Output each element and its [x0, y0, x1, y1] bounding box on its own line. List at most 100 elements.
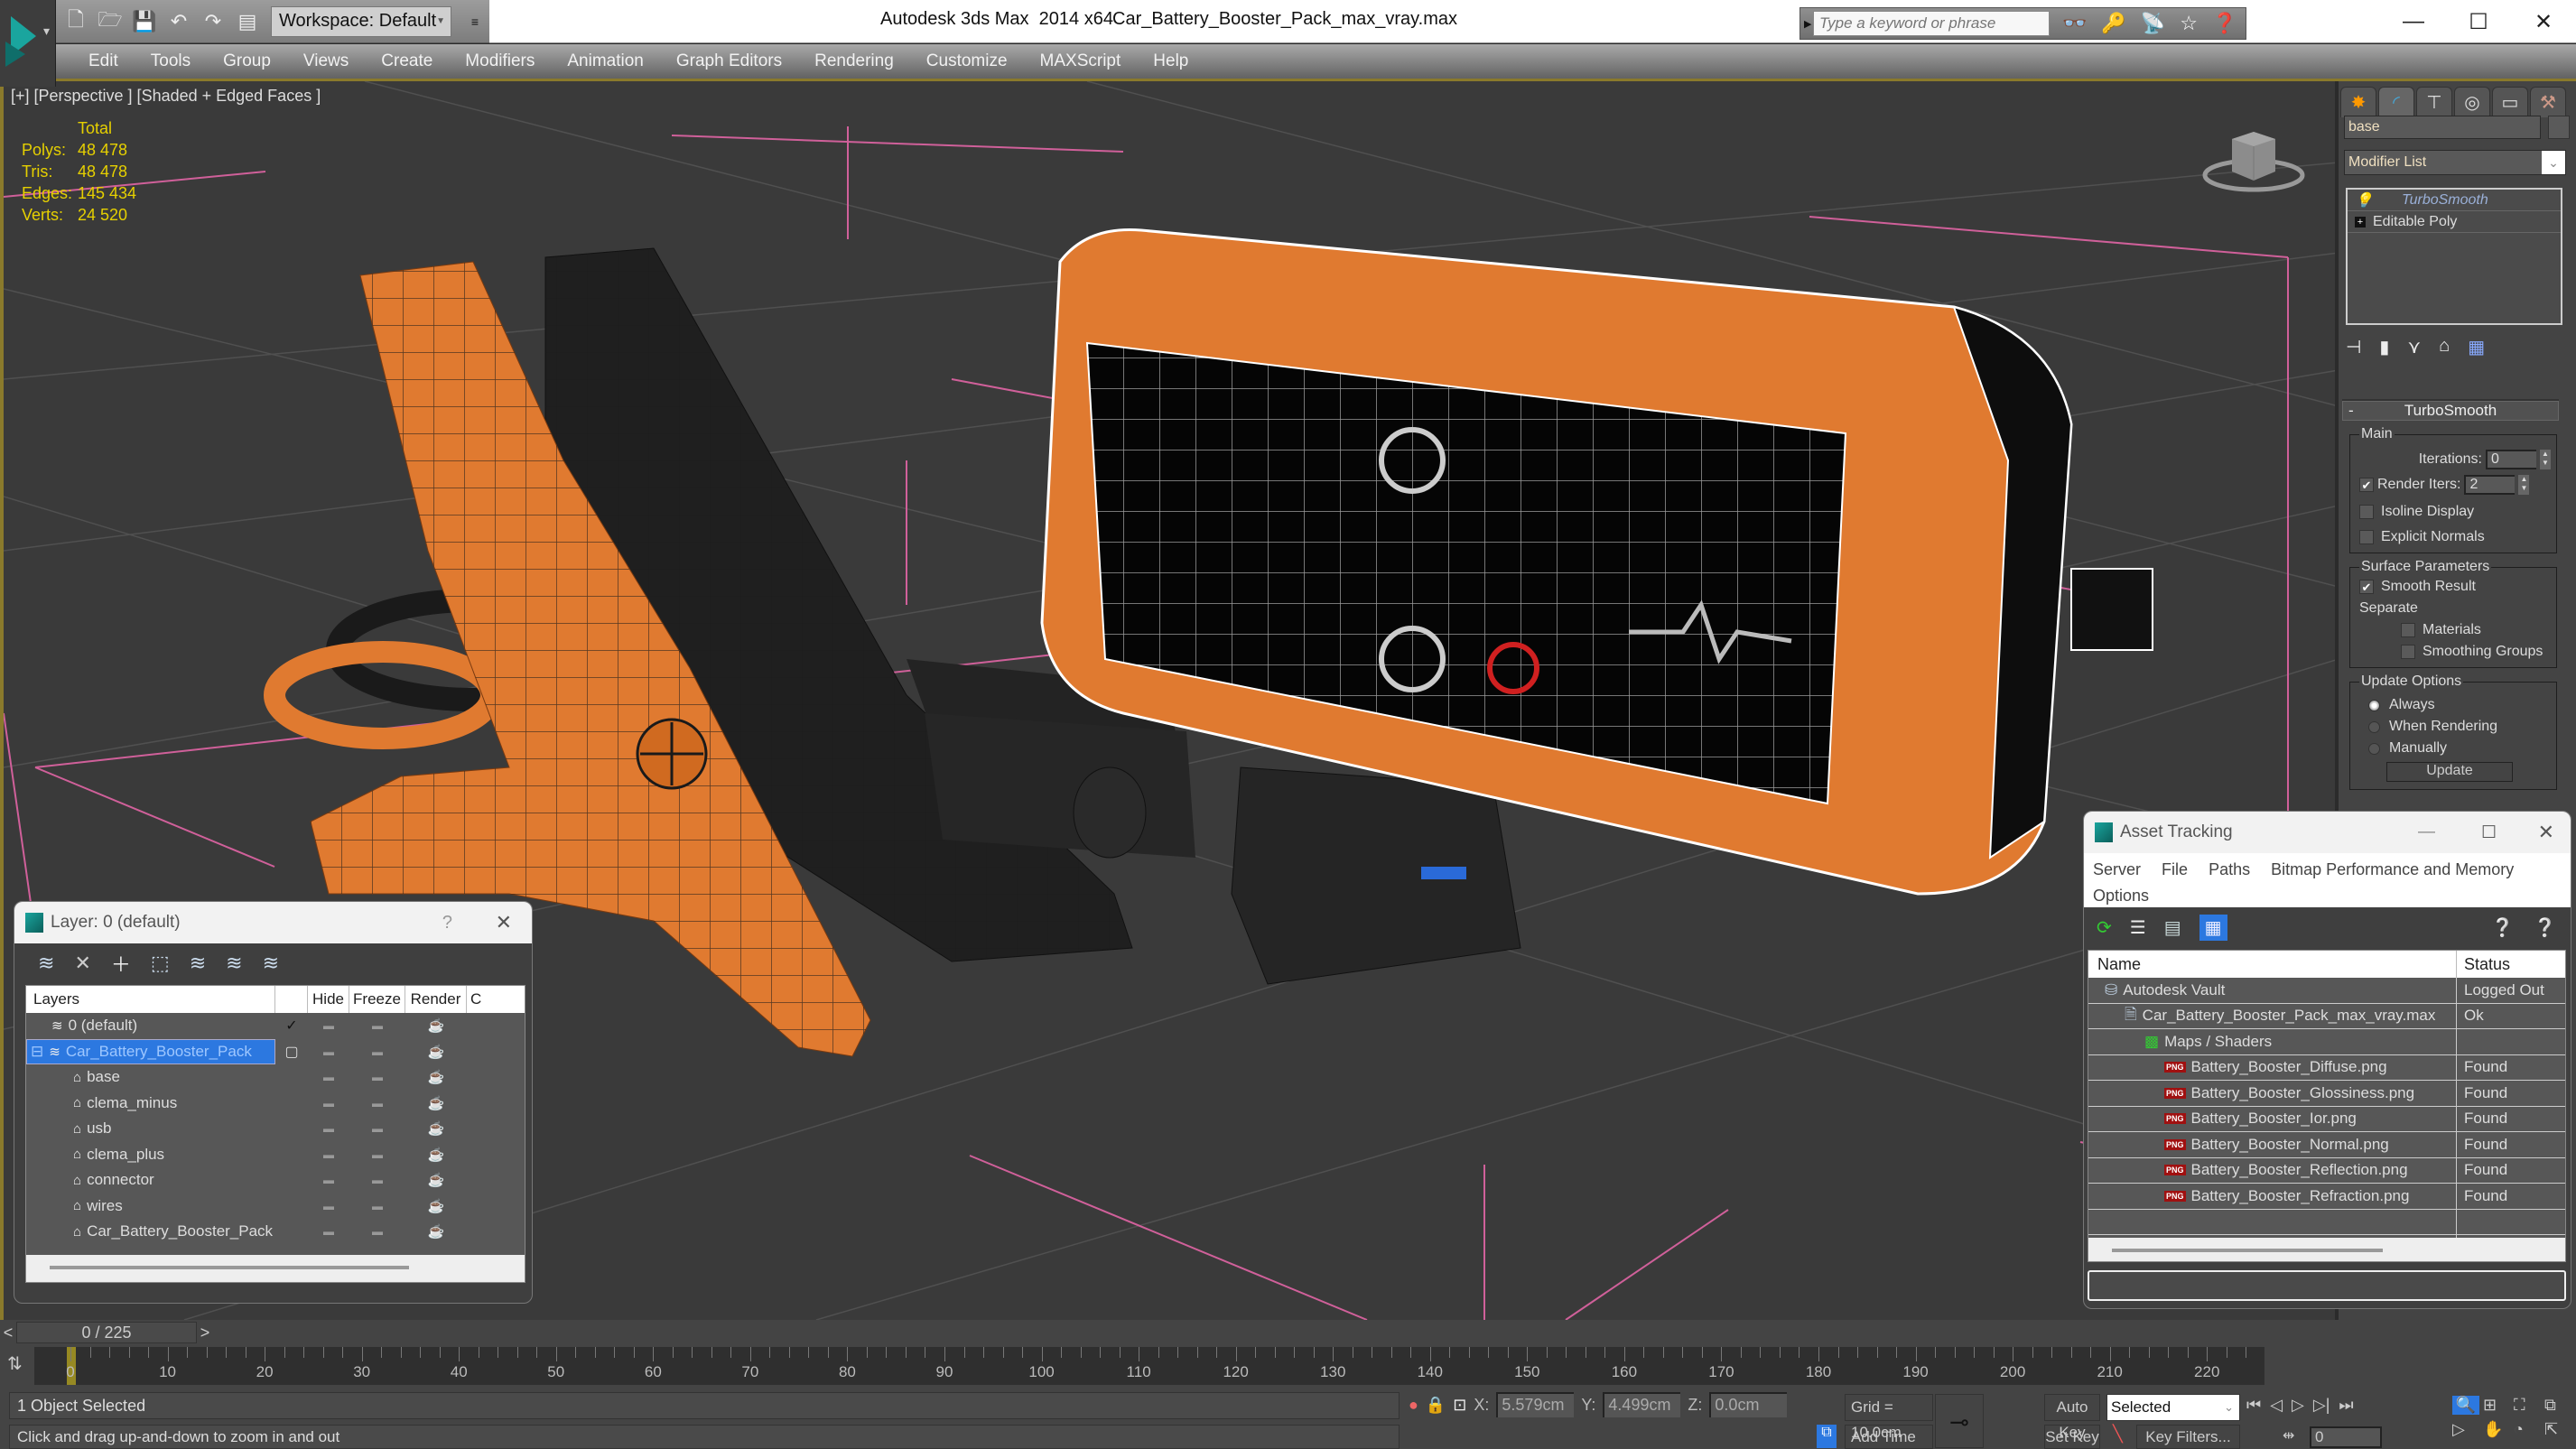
- menu-bitmap-performance[interactable]: Bitmap Performance and Memory: [2271, 860, 2514, 878]
- asset-name-cell[interactable]: PNG Battery_Booster_Refraction.png: [2088, 1184, 2457, 1209]
- render-iters-spinner[interactable]: 2: [2464, 475, 2516, 495]
- menu-tools[interactable]: Tools: [135, 51, 207, 71]
- next-frame-icon[interactable]: >: [197, 1324, 213, 1342]
- column-color[interactable]: C: [467, 990, 481, 1008]
- column-name[interactable]: Name: [2088, 951, 2457, 978]
- add-to-layer-icon[interactable]: ＋: [111, 949, 131, 978]
- frame-display[interactable]: 0 / 225: [16, 1322, 197, 1343]
- current-layer-indicator[interactable]: ✓: [275, 1017, 308, 1035]
- asset-name-cell[interactable]: PNG Battery_Booster_Diffuse.png: [2088, 1054, 2457, 1080]
- close-button[interactable]: ✕: [2511, 0, 2576, 43]
- stack-item-editable-poly[interactable]: + Editable Poly: [2348, 211, 2561, 233]
- expand-arrow-icon[interactable]: ▶: [1800, 18, 1813, 30]
- select-objects-icon[interactable]: ⬚: [151, 952, 170, 975]
- freeze-toggle[interactable]: ▬: [349, 1045, 405, 1058]
- current-frame-field[interactable]: 0: [2310, 1426, 2382, 1448]
- zoom-extents-icon[interactable]: ⛶: [2514, 1396, 2541, 1415]
- close-button[interactable]: ✕: [2538, 821, 2554, 844]
- render-teapot-icon[interactable]: ☕: [405, 1172, 467, 1188]
- render-teapot-icon[interactable]: ☕: [405, 1017, 467, 1034]
- column-status[interactable]: Status: [2457, 955, 2510, 974]
- y-coordinate-field[interactable]: 4.499cm: [1603, 1392, 1681, 1417]
- menu-server[interactable]: Server: [2093, 860, 2141, 878]
- layer-row[interactable]: ⌂ usb ▬ ▬ ☕: [26, 1116, 525, 1142]
- key-icon[interactable]: 🔑: [2101, 12, 2125, 35]
- refresh-icon[interactable]: ⟳: [2097, 916, 2112, 939]
- go-to-end-icon[interactable]: ⏭: [2339, 1396, 2353, 1415]
- hide-toggle[interactable]: ▬: [308, 1045, 349, 1058]
- asset-name-cell[interactable]: PNG Battery_Booster_Ior.png: [2088, 1106, 2457, 1131]
- dialog-title-bar[interactable]: Layer: 0 (default) ? ✕: [14, 902, 532, 943]
- modifier-list-dropdown[interactable]: Modifier List ⌄: [2344, 150, 2566, 175]
- hide-freeze-all-icon[interactable]: ≋: [263, 952, 279, 975]
- new-file-icon[interactable]: 🗋: [65, 8, 87, 33]
- asset-row[interactable]: PNG Battery_Booster_Refraction.png Found: [2088, 1184, 2565, 1210]
- expand-plus-icon[interactable]: +: [2355, 216, 2366, 228]
- layer-row[interactable]: ⊟ ≋ Car_Battery_Booster_Pack ▢ ▬ ▬ ☕: [26, 1038, 525, 1064]
- motion-tab-icon[interactable]: ◎: [2454, 87, 2490, 117]
- highlight-layer-icon[interactable]: ≋: [226, 952, 242, 975]
- spinner-arrows-icon[interactable]: ▲ ▼: [2540, 450, 2551, 469]
- asset-name-cell[interactable]: PNG Battery_Booster_Reflection.png: [2088, 1157, 2457, 1183]
- dialog-title-bar[interactable]: Asset Tracking — ☐ ✕: [2084, 812, 2571, 853]
- asset-row[interactable]: PNG Battery_Booster_Normal.png Found: [2088, 1132, 2565, 1158]
- when-rendering-radio[interactable]: [2368, 720, 2380, 733]
- current-layer-indicator[interactable]: ▢: [275, 1043, 308, 1061]
- help-icon[interactable]: ❓: [2212, 12, 2237, 35]
- make-unique-icon[interactable]: ⋎: [2407, 336, 2421, 358]
- layer-row[interactable]: ⌂ clema_plus ▬ ▬ ☕: [26, 1142, 525, 1168]
- render-teapot-icon[interactable]: ☕: [405, 1223, 467, 1240]
- hide-toggle[interactable]: ▬: [308, 1019, 349, 1032]
- add-time-tag-button[interactable]: Add Time Tag: [1845, 1425, 1933, 1449]
- absolute-mode-icon[interactable]: ⊡: [1453, 1396, 1466, 1415]
- help-icon[interactable]: ❔: [2534, 916, 2556, 939]
- hide-toggle[interactable]: ▬: [308, 1148, 349, 1161]
- minimize-button[interactable]: —: [2381, 0, 2446, 43]
- layer-name-cell[interactable]: ⌂ connector: [26, 1167, 275, 1194]
- create-layer-icon[interactable]: ≋: [38, 952, 54, 975]
- iterations-spinner[interactable]: 0: [2486, 450, 2536, 469]
- binoculars-icon[interactable]: 👓: [2062, 12, 2087, 35]
- asset-path-field[interactable]: [2088, 1270, 2566, 1301]
- layer-name-cell[interactable]: ≋ 0 (default): [26, 1013, 275, 1039]
- tree-view-icon[interactable]: ▤: [2164, 916, 2181, 939]
- key-tangent-icon[interactable]: ╲: [2113, 1425, 2123, 1444]
- hide-toggle[interactable]: ▬: [308, 1097, 349, 1110]
- prev-frame-icon[interactable]: <: [0, 1324, 16, 1342]
- show-end-result-icon[interactable]: ▮: [2379, 336, 2389, 358]
- z-coordinate-field[interactable]: 0.0cm: [1709, 1392, 1788, 1417]
- explicit-normals-checkbox[interactable]: [2359, 530, 2374, 544]
- menu-options[interactable]: Options: [2093, 887, 2149, 905]
- key-mode-dropdown[interactable]: Selected ⌄: [2106, 1394, 2240, 1421]
- freeze-toggle[interactable]: ▬: [349, 1225, 405, 1238]
- hide-toggle[interactable]: ▬: [308, 1174, 349, 1186]
- freeze-toggle[interactable]: ▬: [349, 1019, 405, 1032]
- spinner-arrows-icon[interactable]: ▲ ▼: [2518, 475, 2530, 495]
- hide-toggle[interactable]: ▬: [308, 1225, 349, 1238]
- satellite-icon[interactable]: 📡: [2141, 12, 2165, 35]
- layer-name-cell[interactable]: ⌂ wires: [26, 1194, 275, 1220]
- asset-row[interactable]: PNG Battery_Booster_Reflection.png Found: [2088, 1157, 2565, 1184]
- minimize-button[interactable]: —: [2418, 822, 2435, 842]
- manually-radio[interactable]: [2368, 742, 2380, 755]
- close-button[interactable]: ✕: [496, 911, 512, 934]
- help-button[interactable]: ?: [442, 913, 452, 933]
- asset-name-cell[interactable]: PNG Battery_Booster_Glossiness.png: [2088, 1081, 2457, 1106]
- next-frame-icon[interactable]: ▷|: [2313, 1396, 2330, 1415]
- menu-views[interactable]: Views: [287, 51, 365, 71]
- object-color-swatch[interactable]: [2548, 116, 2570, 139]
- modify-tab-icon[interactable]: ◜: [2378, 87, 2414, 117]
- menu-group[interactable]: Group: [207, 51, 287, 71]
- column-current[interactable]: [275, 986, 308, 1013]
- zoom-all-icon[interactable]: ⊞: [2483, 1396, 2510, 1415]
- layer-name-cell[interactable]: ⊟ ≋ Car_Battery_Booster_Pack: [26, 1038, 275, 1064]
- asset-row[interactable]: ▩ Maps / Shaders: [2088, 1029, 2565, 1055]
- project-folder-icon[interactable]: ▤: [237, 10, 258, 33]
- asset-name-cell[interactable]: PNG Battery_Booster_Normal.png: [2088, 1132, 2457, 1157]
- save-icon[interactable]: 💾: [132, 10, 156, 33]
- x-coordinate-field[interactable]: 5.579cm: [1496, 1392, 1575, 1417]
- asset-row[interactable]: ⛁ Autodesk Vault Logged Out: [2088, 978, 2565, 1004]
- collapse-icon[interactable]: ⊟: [31, 1043, 43, 1061]
- layer-name-cell[interactable]: ⌂ clema_minus: [26, 1091, 275, 1117]
- menu-maxscript[interactable]: MAXScript: [1024, 51, 1138, 71]
